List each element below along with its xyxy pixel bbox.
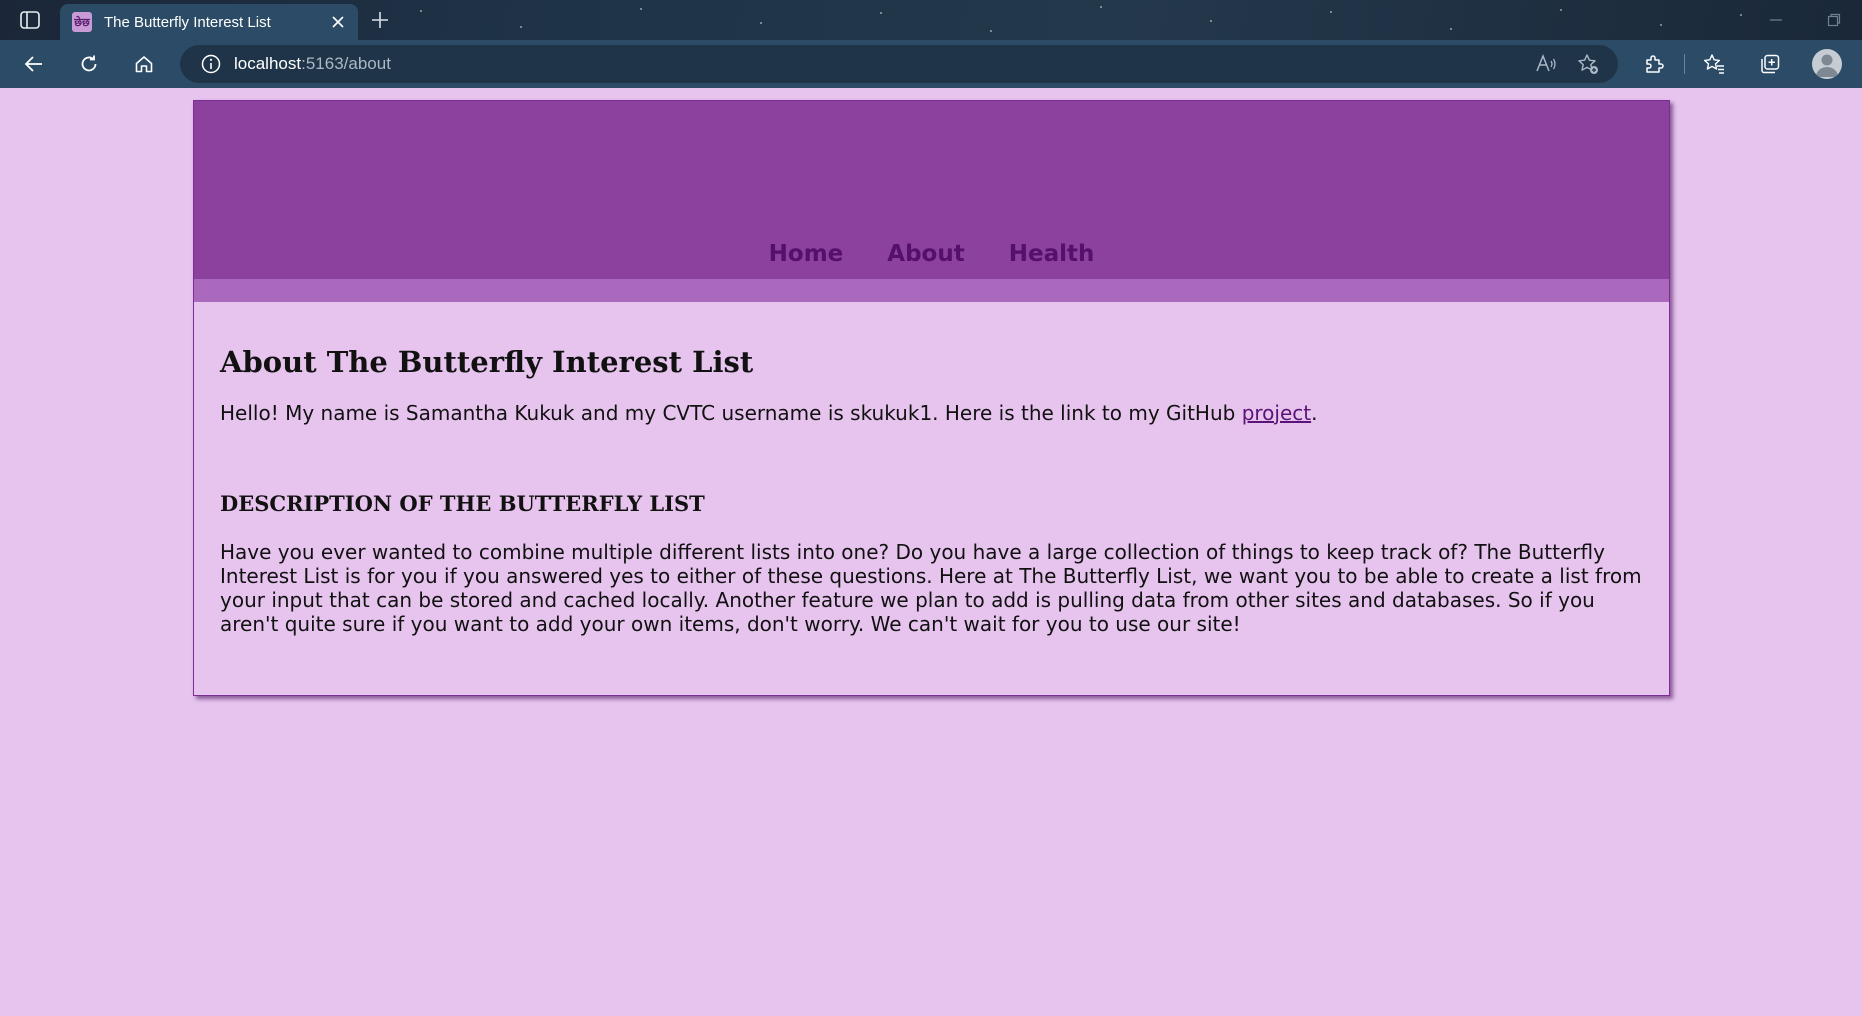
home-icon bbox=[135, 56, 153, 73]
read-aloud-button[interactable] bbox=[1530, 48, 1562, 80]
extensions-icon bbox=[1646, 55, 1664, 73]
address-bar[interactable]: localhost:5163/about bbox=[180, 45, 1618, 83]
home-button[interactable] bbox=[128, 48, 160, 80]
favicon-icon: छेछ bbox=[72, 12, 92, 32]
plus-icon bbox=[372, 12, 388, 28]
active-tab[interactable]: छेछ The Butterfly Interest List bbox=[60, 4, 358, 40]
url-host: localhost bbox=[234, 54, 302, 73]
intro-text: Hello! My name is Samantha Kukuk and my … bbox=[220, 400, 1242, 425]
favorites-icon bbox=[1703, 54, 1724, 74]
favorites-button[interactable] bbox=[1698, 48, 1730, 80]
main-nav: Home About Health bbox=[194, 241, 1669, 267]
content-card: Home About Health About The Butterfly In… bbox=[193, 100, 1670, 696]
about-content: About The Butterfly Interest List Hello!… bbox=[220, 345, 1643, 636]
minimize-button[interactable] bbox=[1764, 8, 1788, 32]
back-button[interactable] bbox=[18, 48, 50, 80]
restore-window-button[interactable] bbox=[1822, 8, 1846, 32]
nav-link-about[interactable]: About bbox=[887, 241, 964, 267]
refresh-icon bbox=[81, 55, 97, 72]
page-viewport: Home About Health About The Butterfly In… bbox=[0, 88, 1862, 1016]
minimize-icon bbox=[1770, 19, 1782, 21]
profile-button[interactable] bbox=[1812, 49, 1842, 79]
new-tab-button[interactable] bbox=[366, 6, 394, 34]
tab-actions-icon bbox=[20, 11, 40, 29]
description-paragraph: Have you ever wanted to combine multiple… bbox=[220, 539, 1642, 636]
github-project-link[interactable]: project bbox=[1242, 401, 1311, 425]
add-favorite-button[interactable] bbox=[1572, 48, 1604, 80]
nav-link-home[interactable]: Home bbox=[769, 241, 844, 267]
intro-paragraph: Hello! My name is Samantha Kukuk and my … bbox=[220, 401, 1643, 425]
url-text[interactable]: localhost:5163/about bbox=[234, 54, 391, 74]
toolbar-separator bbox=[1684, 54, 1685, 74]
nav-link-health[interactable]: Health bbox=[1009, 241, 1095, 267]
back-icon bbox=[24, 56, 42, 72]
intro-suffix: . bbox=[1311, 400, 1318, 425]
info-icon bbox=[201, 54, 221, 74]
site-header: Home About Health bbox=[194, 101, 1669, 279]
restore-window-icon bbox=[1827, 13, 1841, 27]
add-favorite-icon bbox=[1578, 54, 1598, 74]
refresh-button[interactable] bbox=[73, 48, 105, 80]
tab-title: The Butterfly Interest List bbox=[104, 13, 271, 31]
collections-icon bbox=[1761, 54, 1780, 74]
browser-toolbar: localhost:5163/about bbox=[0, 40, 1862, 88]
tab-close-button[interactable] bbox=[324, 8, 352, 36]
url-path: :5163/about bbox=[301, 54, 391, 73]
page-title: About The Butterfly Interest List bbox=[220, 345, 754, 379]
collections-button[interactable] bbox=[1754, 48, 1786, 80]
description-heading: DESCRIPTION OF THE BUTTERFLY LIST bbox=[220, 490, 705, 516]
site-info-button[interactable] bbox=[200, 53, 222, 75]
extensions-button[interactable] bbox=[1638, 48, 1670, 80]
close-icon bbox=[332, 16, 344, 28]
tab-strip: छेछ The Butterfly Interest List bbox=[0, 0, 1862, 40]
tab-actions-button[interactable] bbox=[14, 8, 46, 32]
profile-icon bbox=[1816, 54, 1838, 77]
header-accent-strip bbox=[194, 279, 1669, 302]
read-aloud-icon bbox=[1536, 54, 1556, 72]
